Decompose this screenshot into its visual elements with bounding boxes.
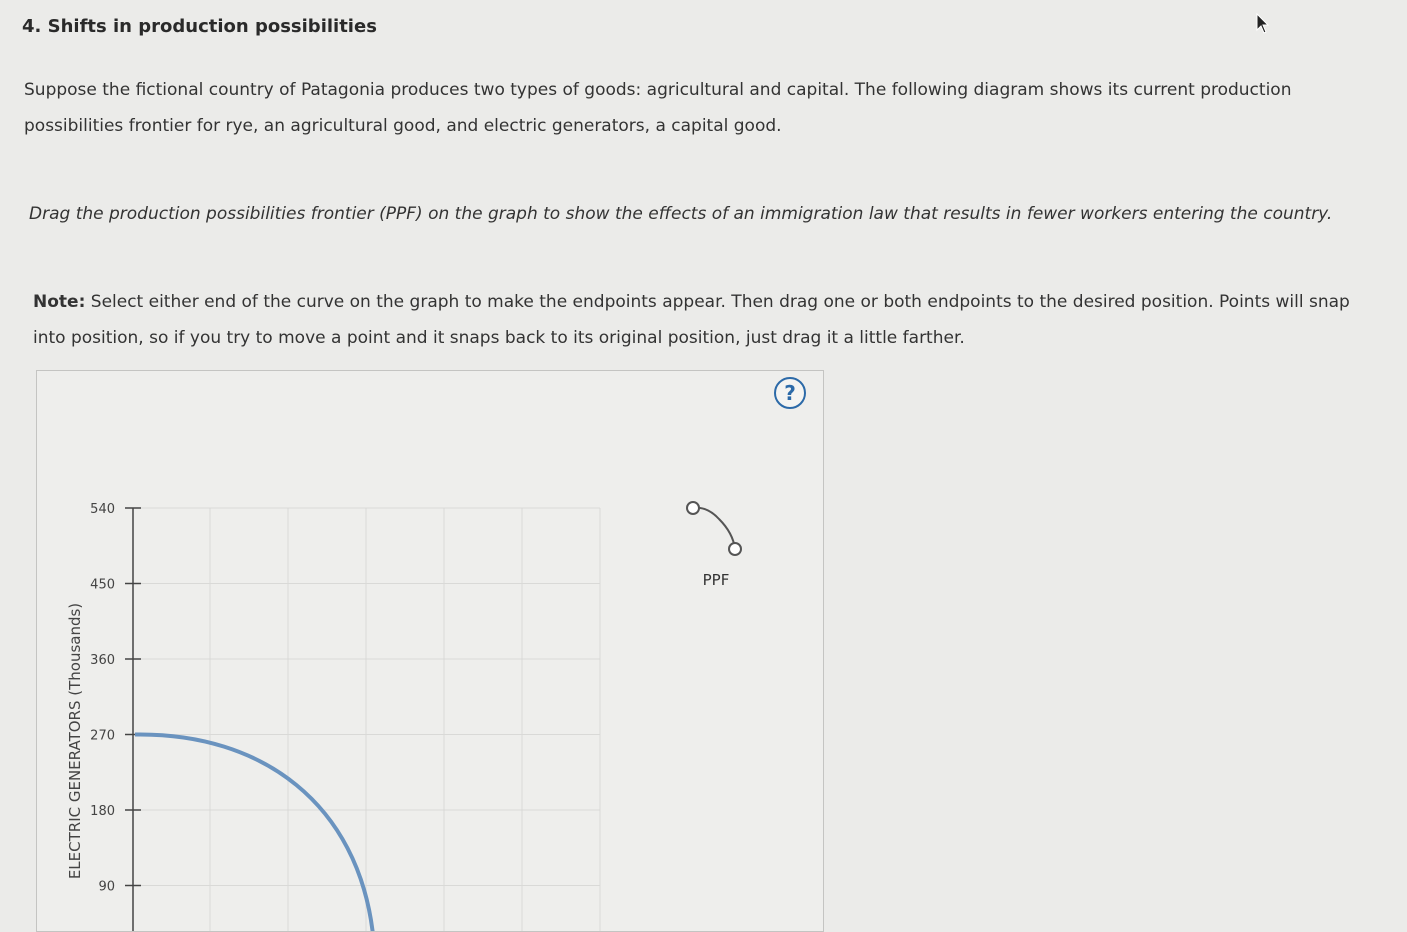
ppf-graph: 90 180 270 360 450 540 PPF [90, 501, 742, 931]
ppf-legend-start-point[interactable] [686, 501, 700, 515]
ppf-curve[interactable] [134, 732, 375, 931]
y-tick-label: 360 [90, 653, 115, 668]
note-label: Note: [33, 292, 86, 312]
ppf-legend-end-point[interactable] [728, 542, 742, 556]
ppf-legend-curve-icon [692, 506, 736, 550]
intro-text: Suppose the fictional country of Patagon… [24, 80, 1292, 136]
ppf-legend-label: PPF [703, 571, 730, 589]
y-tick-label: 90 [98, 880, 115, 895]
y-tick-label: 450 [90, 578, 115, 593]
question-title: 4. Shifts in production possibilities [22, 16, 377, 37]
y-axis-label: ELECTRIC GENERATORS (Thousands) [66, 602, 84, 880]
y-tick-label: 180 [90, 804, 115, 819]
note-text: Note: Select either end of the curve on … [33, 284, 1363, 356]
grid [132, 507, 601, 931]
instruction-text: Drag the production possibilities fronti… [29, 204, 1333, 224]
y-tick-label: 540 [90, 502, 115, 517]
note-body: Select either end of the curve on the gr… [33, 292, 1350, 348]
y-tick-label: 270 [90, 729, 115, 744]
mouse-cursor-icon [1256, 12, 1270, 39]
graph-panel: ? 90 180 270 360 450 540 PPF ELECTRIC GENERAT… [36, 370, 824, 932]
ppf-legend-tool[interactable]: PPF [686, 501, 742, 589]
